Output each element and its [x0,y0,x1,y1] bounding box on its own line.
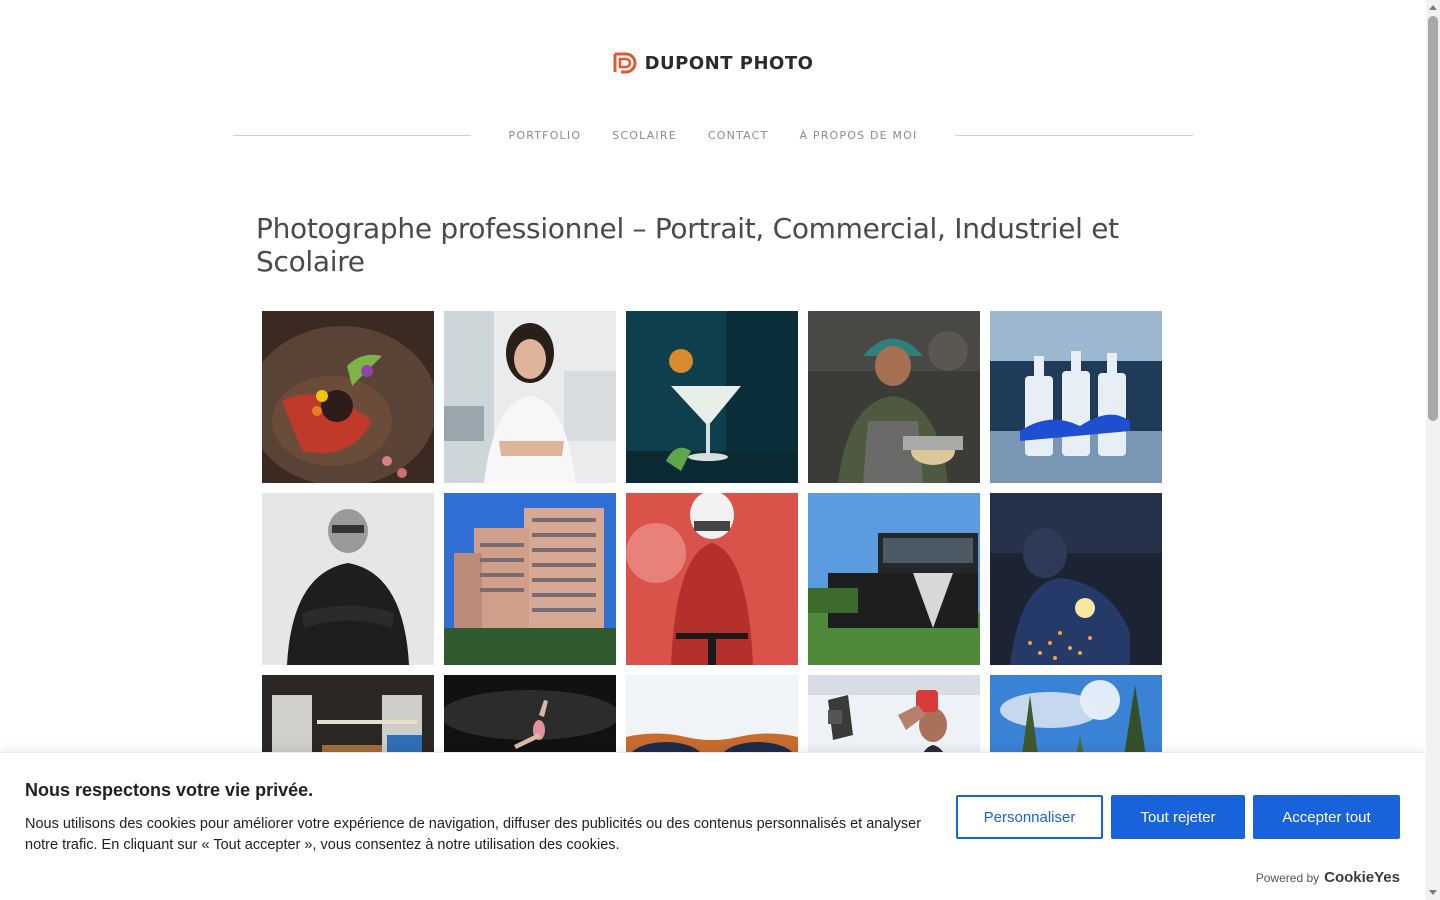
gallery-photo-tower[interactable] [444,493,616,665]
powered-by-label: Powered by [1255,871,1320,885]
site-logo[interactable]: DUPONT PHOTO [0,52,1426,74]
gallery-photo-dish[interactable] [262,311,434,483]
gallery-photo-cyclist[interactable] [626,493,798,665]
page-scrollbar[interactable] [1426,0,1440,900]
brand-name: DUPONT PHOTO [644,52,814,74]
cookie-consent-banner: Nous respectons votre vie privée. Nous u… [0,752,1425,900]
scroll-up-arrow-icon[interactable] [1429,5,1437,10]
gallery-photo-worker[interactable] [808,311,980,483]
gallery-photo-woman-portrait[interactable] [444,311,616,483]
nav-divider-left [233,134,471,136]
gallery-photo-bw-portrait[interactable] [262,493,434,665]
scrollbar-thumb[interactable] [1428,16,1438,421]
reject-all-button[interactable]: Tout rejeter [1111,795,1245,839]
main-nav: PORTFOLIO SCOLAIRE CONTACT À PROPOS DE M… [233,124,1193,146]
nav-divider-right [955,134,1193,136]
customize-cookies-button[interactable]: Personnaliser [956,795,1103,839]
cookie-title: Nous respectons votre vie privée. [25,780,314,800]
brand-logo-icon [613,52,637,74]
cookieyes-logo: CookieYes [1324,869,1400,886]
gallery-photo-bottles[interactable] [990,311,1162,483]
nav-item-portfolio[interactable]: PORTFOLIO [509,129,582,142]
nav-items: PORTFOLIO SCOLAIRE CONTACT À PROPOS DE M… [471,129,955,142]
gallery-photo-building[interactable] [808,493,980,665]
powered-by[interactable]: Powered by CookieYes [1256,869,1400,886]
gallery-photo-cocktail[interactable] [626,311,798,483]
gallery-photo-welder[interactable] [990,493,1162,665]
accept-all-button[interactable]: Accepter tout [1253,795,1400,839]
nav-item-about[interactable]: À PROPOS DE MOI [799,129,917,142]
cookie-description: Nous utilisons des cookies pour améliore… [25,816,922,853]
page-title: Photographe professionnel – Portrait, Co… [256,212,1119,278]
nav-item-contact[interactable]: CONTACT [708,129,769,142]
nav-item-scolaire[interactable]: SCOLAIRE [612,129,677,142]
scroll-down-arrow-icon[interactable] [1429,890,1437,895]
